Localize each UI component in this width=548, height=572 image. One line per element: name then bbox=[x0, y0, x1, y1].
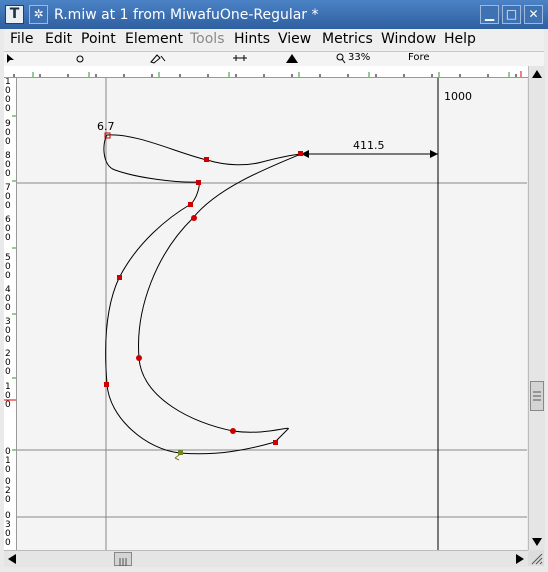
measure-value: 411.5 bbox=[353, 139, 385, 152]
curve-point-icon[interactable] bbox=[76, 54, 84, 64]
minimize-button[interactable]: ▁ bbox=[480, 5, 499, 24]
corner-point bbox=[196, 180, 201, 185]
menu-point[interactable]: Point bbox=[81, 31, 116, 47]
horizontal-scrollbar[interactable] bbox=[4, 550, 528, 567]
scroll-up-icon[interactable] bbox=[532, 70, 542, 78]
knife-tool-icon[interactable] bbox=[232, 53, 248, 64]
layer-indicator[interactable]: Fore bbox=[408, 52, 430, 63]
app-icon[interactable]: T bbox=[5, 5, 24, 24]
title-bar: T ✲ R.miw at 1 from MiwafuOne-Regular * … bbox=[0, 0, 548, 29]
corner-point bbox=[273, 440, 278, 445]
window-menu-button[interactable]: ✲ bbox=[29, 5, 48, 24]
advance-width-label: 1000 bbox=[444, 90, 472, 103]
corner-point bbox=[204, 157, 209, 162]
zoom-level: 33% bbox=[348, 52, 371, 63]
vertical-scroll-thumb[interactable] bbox=[530, 381, 544, 411]
curve-point bbox=[230, 428, 236, 434]
menu-hints[interactable]: Hints bbox=[234, 31, 270, 47]
curve-point bbox=[136, 355, 142, 361]
pen-tool-icon[interactable] bbox=[149, 53, 167, 64]
close-button[interactable]: ✕ bbox=[524, 5, 543, 24]
corner-point bbox=[298, 151, 303, 156]
menu-file[interactable]: File bbox=[10, 31, 33, 47]
horizontal-ruler bbox=[4, 66, 544, 78]
scroll-down-icon[interactable] bbox=[532, 538, 542, 546]
resize-grip-icon bbox=[531, 553, 543, 565]
corner-point bbox=[104, 382, 109, 387]
scroll-right-icon[interactable] bbox=[516, 554, 524, 564]
pointer-tool-icon[interactable] bbox=[6, 53, 16, 64]
point-coordinate-label: 6.7 bbox=[97, 120, 115, 133]
menu-bar: File Edit Point Element Tools Hints View… bbox=[4, 29, 544, 52]
magnify-icon[interactable] bbox=[336, 53, 346, 64]
scroll-left-icon[interactable] bbox=[8, 554, 16, 564]
info-strip: 33% Fore bbox=[4, 52, 544, 66]
corner-point bbox=[117, 275, 122, 280]
vertical-ruler: 1 0 0 0 9 0 0 8 0 0 7 0 0 6 0 0 5 0 0 4 … bbox=[4, 78, 17, 550]
measure-arrowhead-right bbox=[430, 150, 438, 158]
menu-metrics[interactable]: Metrics bbox=[322, 31, 373, 47]
maximize-button[interactable]: □ bbox=[502, 5, 521, 24]
menu-edit[interactable]: Edit bbox=[45, 31, 72, 47]
corner-point bbox=[188, 202, 193, 207]
horizontal-scroll-thumb[interactable] bbox=[114, 552, 132, 566]
resize-grip[interactable] bbox=[528, 550, 544, 566]
menu-tools[interactable]: Tools bbox=[190, 31, 225, 47]
menu-window[interactable]: Window bbox=[381, 31, 436, 47]
menu-element[interactable]: Element bbox=[125, 31, 183, 47]
menu-view[interactable]: View bbox=[278, 31, 311, 47]
curve-point bbox=[191, 215, 197, 221]
window-title: R.miw at 1 from MiwafuOne-Regular * bbox=[54, 7, 319, 23]
menu-help[interactable]: Help bbox=[444, 31, 476, 47]
vertical-scrollbar[interactable] bbox=[528, 66, 545, 550]
glyph-canvas[interactable]: 1000 6.7 411.5 bbox=[17, 78, 527, 550]
ruler-tool-icon[interactable] bbox=[284, 53, 300, 64]
